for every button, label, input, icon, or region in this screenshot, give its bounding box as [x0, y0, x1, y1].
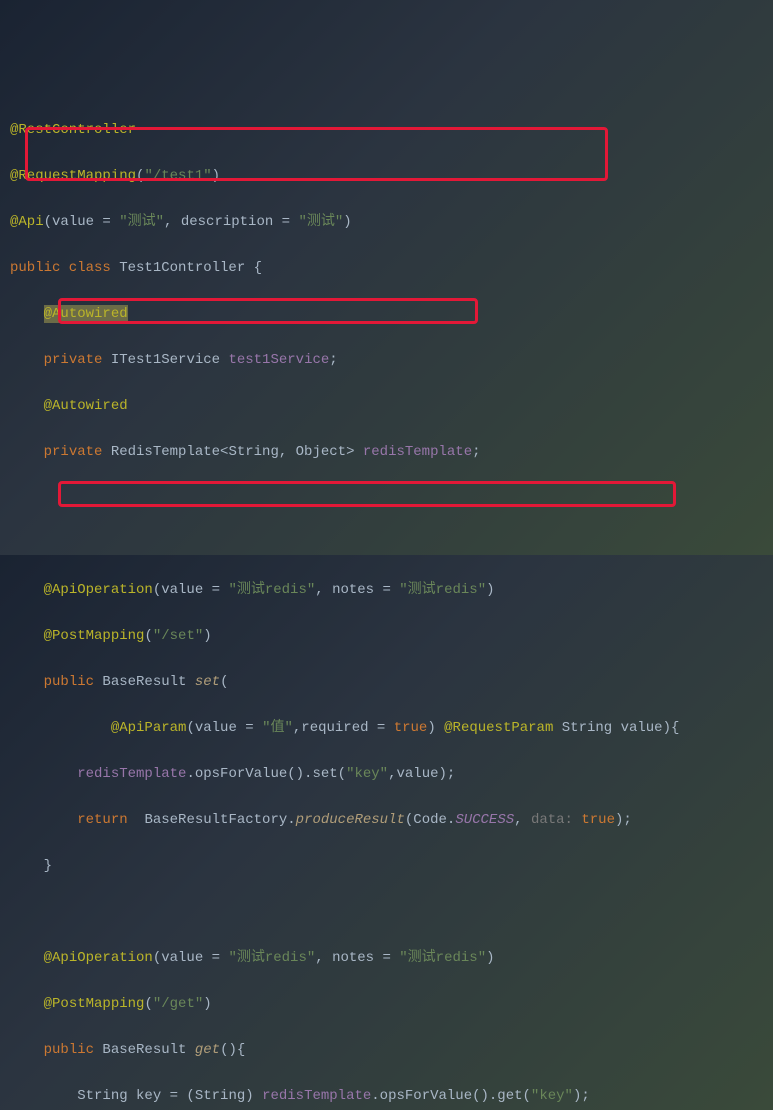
blank-line: [10, 901, 773, 924]
blank-line: [10, 533, 773, 556]
code-line: }: [10, 855, 773, 878]
code-line: @Autowired: [10, 395, 773, 418]
code-line: public class Test1Controller {: [10, 257, 773, 280]
code-line: @ApiOperation(value = "测试redis", notes =…: [10, 947, 773, 970]
code-line: public BaseResult set(: [10, 671, 773, 694]
code-line: @RequestMapping("/test1"): [10, 165, 773, 188]
code-line: redisTemplate.opsForValue().set("key",va…: [10, 763, 773, 786]
code-line: String key = (String) redisTemplate.opsF…: [10, 1085, 773, 1108]
code-line: @RestController: [10, 119, 773, 142]
code-line: @ApiParam(value = "值",required = true) @…: [10, 717, 773, 740]
code-line: return BaseResultFactory.produceResult(C…: [10, 809, 773, 832]
code-line: @PostMapping("/set"): [10, 625, 773, 648]
code-line: private RedisTemplate<String, Object> re…: [10, 441, 773, 464]
blank-line: [10, 487, 773, 510]
code-editor[interactable]: @RestController @RequestMapping("/test1"…: [10, 96, 773, 1110]
code-line: @PostMapping("/get"): [10, 993, 773, 1016]
code-line: @Autowired: [10, 303, 773, 326]
autowired-highlight: @Autowired: [44, 305, 128, 323]
code-line: @Api(value = "测试", description = "测试"): [10, 211, 773, 234]
code-line: @ApiOperation(value = "测试redis", notes =…: [10, 579, 773, 602]
code-line: private ITest1Service test1Service;: [10, 349, 773, 372]
code-line: public BaseResult get(){: [10, 1039, 773, 1062]
